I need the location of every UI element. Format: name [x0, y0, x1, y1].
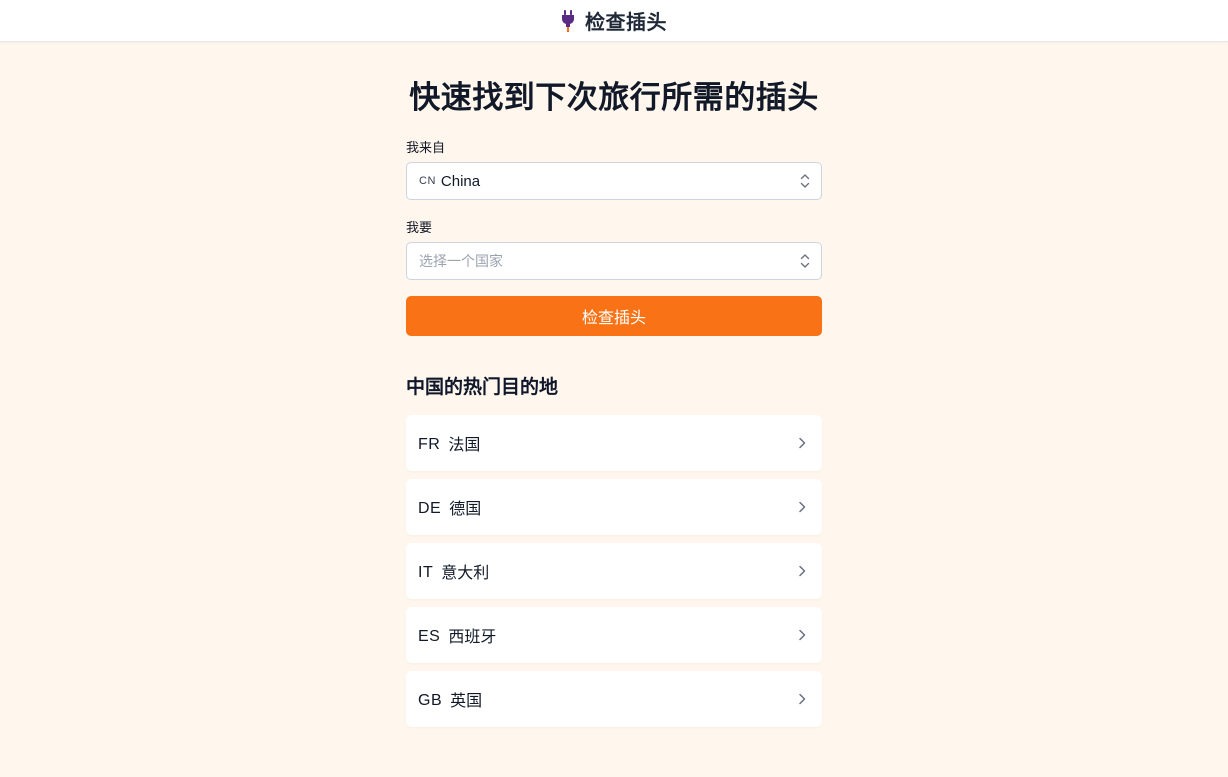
destination-item-es[interactable]: ES 西班牙 — [406, 607, 822, 663]
brand-link[interactable]: 检查插头 — [561, 6, 667, 35]
destination-item-gb[interactable]: GB 英国 — [406, 671, 822, 727]
popular-destinations-title: 中国的热门目的地 — [406, 377, 559, 398]
from-country-value: China — [440, 172, 481, 190]
page-headline: 快速找到下次旅行所需的插头 — [409, 80, 819, 115]
chevron-right-icon — [799, 565, 806, 577]
to-country-select[interactable]: 选择一个国家 — [406, 242, 822, 280]
from-country-select[interactable]: CN China — [406, 162, 822, 200]
from-field-group: 我来自 CN China — [406, 137, 822, 200]
destination-code: FR — [418, 436, 441, 453]
plug-icon — [562, 9, 574, 32]
to-country-placeholder: 选择一个国家 — [419, 253, 503, 269]
destination-name: 西班牙 — [448, 629, 497, 646]
destination-item-it[interactable]: IT 意大利 — [406, 543, 822, 599]
main-content: 快速找到下次旅行所需的插头 我来自 CN China 我要 选择一个国家 检查插… — [406, 42, 822, 727]
destination-name: 英国 — [450, 693, 483, 710]
top-bar: 检查插头 — [0, 0, 1228, 42]
destination-item-fr[interactable]: FR 法国 — [406, 415, 822, 471]
chevron-up-down-icon — [800, 254, 810, 268]
chevron-right-icon — [799, 629, 806, 641]
destination-code: DE — [418, 500, 442, 517]
destination-name: 德国 — [449, 501, 482, 518]
check-plug-button[interactable]: 检查插头 — [406, 296, 822, 336]
app-title: 检查插头 — [585, 12, 667, 34]
chevron-right-icon — [799, 437, 806, 449]
destination-code: ES — [418, 628, 441, 645]
chevron-right-icon — [799, 693, 806, 705]
destination-list: FR 法国 DE 德国 IT 意大利 ES 西班牙 GB 英国 — [406, 415, 822, 727]
destination-code: IT — [418, 564, 434, 581]
destination-name: 法国 — [448, 437, 481, 454]
chevron-up-down-icon — [800, 174, 810, 188]
from-label: 我来自 — [406, 140, 446, 155]
to-label: 我要 — [406, 220, 433, 235]
to-field-group: 我要 选择一个国家 — [406, 217, 822, 280]
destination-code: GB — [418, 692, 443, 709]
chevron-right-icon — [799, 501, 806, 513]
destination-item-de[interactable]: DE 德国 — [406, 479, 822, 535]
from-country-code: CN — [419, 175, 436, 187]
destination-name: 意大利 — [441, 565, 490, 582]
